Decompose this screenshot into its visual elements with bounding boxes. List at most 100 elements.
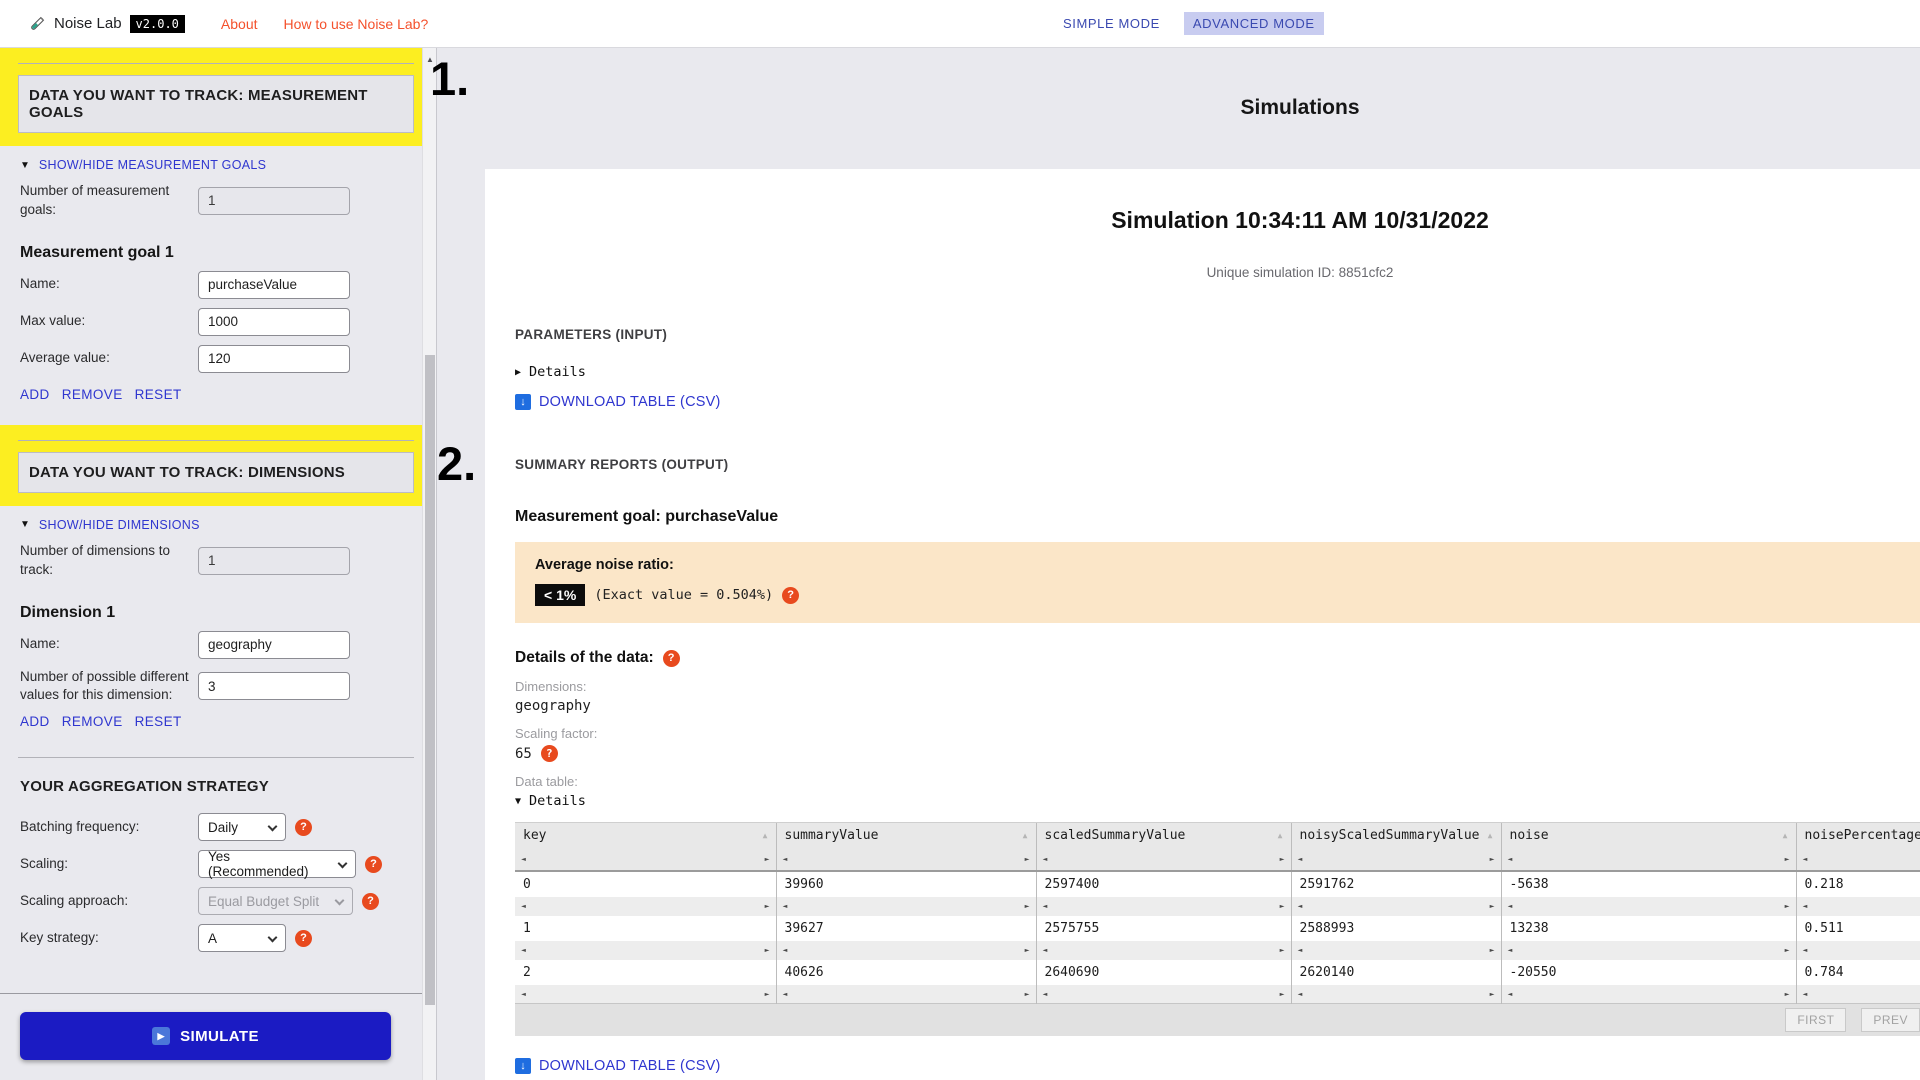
scroll-right-icon[interactable]: ► [1025,946,1030,955]
scroll-left-icon[interactable]: ◄ [783,855,788,864]
download-table-link[interactable]: ↓ DOWNLOAD TABLE (CSV) [515,1057,1920,1074]
scroll-left-icon[interactable]: ◄ [1298,855,1303,864]
scroll-left-icon[interactable]: ◄ [1803,902,1808,911]
sidebar-scrollbar[interactable]: ▲ [422,48,436,1080]
cell-scrollbar[interactable]: ◄► [1035,984,1291,1004]
scroll-left-icon[interactable]: ◄ [1298,946,1303,955]
key-strategy-select[interactable]: A [198,924,286,953]
scroll-left-icon[interactable]: ◄ [1803,855,1808,864]
batching-frequency-select[interactable]: Daily [198,813,286,842]
cell-scrollbar[interactable]: ◄► [1500,848,1796,872]
cell-scrollbar[interactable]: ◄► [1500,984,1796,1004]
cell-scrollbar[interactable]: ◄► [515,896,776,916]
scroll-right-icon[interactable]: ► [765,902,770,911]
scroll-left-icon[interactable]: ◄ [1508,989,1513,998]
help-icon[interactable]: ? [362,892,379,910]
scroll-right-icon[interactable]: ► [765,946,770,955]
cell-scrollbar[interactable]: ◄► [1290,940,1501,960]
simulate-button[interactable]: ▶ SIMULATE [20,1012,391,1060]
scroll-left-icon[interactable]: ◄ [783,946,788,955]
scroll-left-icon[interactable]: ◄ [1298,989,1303,998]
cell-scrollbar[interactable]: ◄► [1795,848,1920,872]
cell-scrollbar[interactable]: ◄► [515,984,776,1004]
column-header[interactable]: noisyScaledSummaryValue ▲ [1290,822,1501,849]
scroll-right-icon[interactable]: ► [1280,855,1285,864]
scroll-right-icon[interactable]: ► [1025,989,1030,998]
scroll-right-icon[interactable]: ► [765,989,770,998]
cell-scrollbar[interactable]: ◄► [515,940,776,960]
prev-page-button[interactable]: PREV [1861,1007,1920,1032]
help-icon[interactable]: ? [782,586,800,604]
cell-scrollbar[interactable]: ◄► [1500,940,1796,960]
cell-scrollbar[interactable]: ◄► [1035,896,1291,916]
scroll-right-icon[interactable]: ► [1785,989,1790,998]
scroll-left-icon[interactable]: ◄ [1803,946,1808,955]
scroll-right-icon[interactable]: ► [1280,989,1285,998]
scroll-left-icon[interactable]: ◄ [521,946,526,955]
scroll-left-icon[interactable]: ◄ [521,855,526,864]
help-icon[interactable]: ? [295,929,312,947]
scroll-right-icon[interactable]: ► [1490,902,1495,911]
scroll-left-icon[interactable]: ◄ [1508,946,1513,955]
column-header[interactable]: scaledSummaryValue ▲ [1035,822,1291,849]
first-page-button[interactable]: FIRST [1785,1007,1847,1032]
scroll-right-icon[interactable]: ► [1280,902,1285,911]
add-goal-button[interactable]: ADD [20,387,50,402]
remove-dimension-button[interactable]: REMOVE [62,714,123,729]
scroll-right-icon[interactable]: ► [1490,989,1495,998]
help-icon[interactable]: ? [662,649,680,667]
about-link[interactable]: About [221,16,258,32]
download-parameters-link[interactable]: ↓ DOWNLOAD TABLE (CSV) [515,394,1920,410]
scroll-right-icon[interactable]: ► [1785,902,1790,911]
cell-scrollbar[interactable]: ◄► [1500,896,1796,916]
table-details-toggle[interactable]: ▼ Details [515,793,1920,809]
column-header[interactable]: key ▲ [515,822,776,849]
cell-scrollbar[interactable]: ◄► [775,984,1036,1004]
cell-scrollbar[interactable]: ◄► [1035,940,1291,960]
scrollbar-thumb[interactable] [425,355,435,1005]
scaling-select[interactable]: Yes (Recommended) [198,849,356,879]
scroll-left-icon[interactable]: ◄ [521,989,526,998]
cell-scrollbar[interactable]: ◄► [515,848,776,872]
cell-scrollbar[interactable]: ◄► [1795,984,1920,1004]
scroll-left-icon[interactable]: ◄ [1043,989,1048,998]
toggle-measurement-goals[interactable]: ▼ SHOW/HIDE MEASUREMENT GOALS [0,158,422,172]
scroll-left-icon[interactable]: ◄ [1508,855,1513,864]
scroll-right-icon[interactable]: ► [1490,855,1495,864]
reset-dimensions-button[interactable]: RESET [135,714,182,729]
cell-scrollbar[interactable]: ◄► [1795,896,1920,916]
column-header[interactable]: summaryValue ▲ [775,822,1036,849]
scroll-right-icon[interactable]: ► [1785,946,1790,955]
scroll-left-icon[interactable]: ◄ [1043,855,1048,864]
cell-scrollbar[interactable]: ◄► [1290,984,1501,1004]
scroll-right-icon[interactable]: ► [765,855,770,864]
help-icon[interactable]: ? [365,855,382,873]
dimension-name-input[interactable] [198,630,350,659]
help-icon[interactable]: ? [295,818,312,836]
cell-scrollbar[interactable]: ◄► [775,896,1036,916]
remove-goal-button[interactable]: REMOVE [62,387,123,402]
dimension-values-input[interactable] [198,672,350,701]
parameters-details-toggle[interactable]: ▶ Details [515,364,1920,380]
scroll-left-icon[interactable]: ◄ [1298,902,1303,911]
scroll-left-icon[interactable]: ◄ [783,902,788,911]
goal-avg-input[interactable] [198,344,350,373]
add-dimension-button[interactable]: ADD [20,714,50,729]
advanced-mode-button[interactable]: ADVANCED MODE [1183,12,1324,35]
column-header[interactable]: noisePercentage▲ [1795,822,1920,849]
scroll-right-icon[interactable]: ► [1490,946,1495,955]
cell-scrollbar[interactable]: ◄► [1290,896,1501,916]
cell-scrollbar[interactable]: ◄► [775,940,1036,960]
cell-scrollbar[interactable]: ◄► [1290,848,1501,872]
howto-link[interactable]: How to use Noise Lab? [284,16,429,32]
scroll-left-icon[interactable]: ◄ [521,902,526,911]
scroll-left-icon[interactable]: ◄ [1043,946,1048,955]
goal-max-input[interactable] [198,307,350,336]
goal-name-input[interactable] [198,270,350,299]
column-header[interactable]: noise ▲ [1500,822,1796,849]
toggle-dimensions[interactable]: ▼ SHOW/HIDE DIMENSIONS [0,518,422,532]
help-icon[interactable]: ? [540,745,558,762]
scroll-left-icon[interactable]: ◄ [1803,989,1808,998]
simple-mode-button[interactable]: SIMPLE MODE [1063,16,1160,31]
scroll-right-icon[interactable]: ► [1025,902,1030,911]
